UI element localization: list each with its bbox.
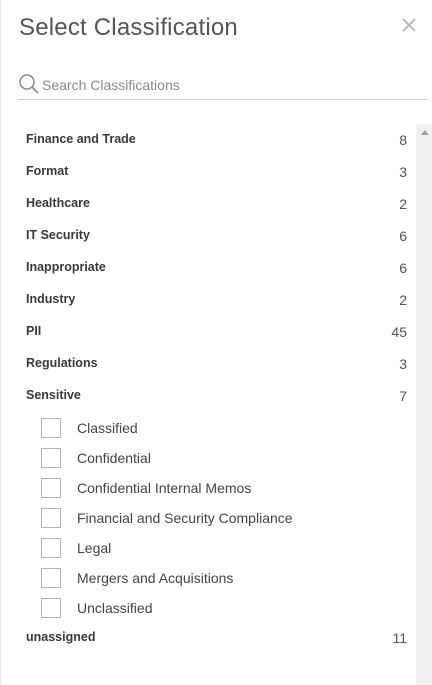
classification-option-unclassified[interactable]: Unclassified: [1, 594, 416, 624]
classification-checkbox[interactable]: [41, 448, 61, 468]
classification-checkbox[interactable]: [41, 598, 61, 618]
category-row-pii[interactable]: PII 45: [1, 316, 416, 348]
category-row-inappropriate[interactable]: Inappropriate 6: [1, 252, 416, 284]
classification-option-mergers-and-acquisitions[interactable]: Mergers and Acquisitions: [1, 564, 416, 594]
category-name: Format: [26, 164, 69, 178]
category-name: unassigned: [26, 630, 96, 644]
classification-label: Confidential: [77, 450, 151, 466]
category-row-unassigned[interactable]: unassigned 11: [1, 622, 416, 654]
category-name: Healthcare: [26, 196, 90, 210]
classification-label: Confidential Internal Memos: [77, 480, 252, 496]
category-name: Inappropriate: [26, 260, 106, 274]
classification-label: Classified: [77, 420, 138, 436]
classification-checkbox[interactable]: [41, 568, 61, 588]
category-name: Industry: [26, 292, 76, 306]
category-row-industry[interactable]: Industry 2: [1, 284, 416, 316]
category-count: 7: [399, 388, 407, 404]
classification-option-confidential[interactable]: Confidential: [1, 444, 416, 474]
category-count: 3: [399, 164, 407, 180]
category-row-sensitive[interactable]: Sensitive 7: [1, 380, 416, 412]
classification-checkbox[interactable]: [41, 538, 61, 558]
vertical-scrollbar[interactable]: [416, 124, 432, 685]
category-name: Regulations: [26, 356, 98, 370]
classification-checkbox[interactable]: [41, 478, 61, 498]
category-count: 45: [391, 324, 407, 340]
category-row-regulations[interactable]: Regulations 3: [1, 348, 416, 380]
classification-panel: Select Classification Finance and Trade …: [0, 0, 432, 685]
category-row-finance-and-trade[interactable]: Finance and Trade 8: [1, 124, 416, 156]
classification-label: Mergers and Acquisitions: [77, 570, 234, 586]
category-name: Sensitive: [26, 388, 81, 402]
classification-option-legal[interactable]: Legal: [1, 534, 416, 564]
category-name: Finance and Trade: [26, 132, 136, 146]
category-name: IT Security: [26, 228, 90, 242]
classification-label: Unclassified: [77, 600, 153, 616]
classification-checkbox[interactable]: [41, 418, 61, 438]
classification-option-confidential-internal-memos[interactable]: Confidential Internal Memos: [1, 474, 416, 504]
scrollbar-thumb[interactable]: [416, 140, 432, 685]
category-row-format[interactable]: Format 3: [1, 156, 416, 188]
category-count: 3: [399, 356, 407, 372]
classification-checkbox[interactable]: [41, 508, 61, 528]
category-count: 11: [392, 630, 407, 646]
scroll-up-arrow-icon[interactable]: [421, 130, 429, 135]
category-count: 2: [399, 196, 407, 212]
close-button[interactable]: [398, 14, 420, 36]
search-input[interactable]: [42, 72, 422, 98]
classification-option-financial-and-security-compliance[interactable]: Financial and Security Compliance: [1, 504, 416, 534]
category-count: 6: [399, 260, 407, 276]
category-count: 6: [399, 228, 407, 244]
category-count: 2: [399, 292, 407, 308]
search-box: [18, 70, 428, 100]
category-row-healthcare[interactable]: Healthcare 2: [1, 188, 416, 220]
category-count: 8: [399, 132, 407, 148]
search-icon: [19, 74, 39, 94]
panel-title: Select Classification: [19, 14, 238, 41]
classification-label: Legal: [77, 540, 112, 556]
category-name: PII: [26, 324, 42, 338]
classification-option-classified[interactable]: Classified: [1, 414, 416, 444]
category-row-it-security[interactable]: IT Security 6: [1, 220, 416, 252]
classification-label: Financial and Security Compliance: [77, 510, 293, 526]
classification-list: Finance and Trade 8 Format 3 Healthcare …: [1, 124, 432, 685]
close-icon: [402, 18, 416, 32]
